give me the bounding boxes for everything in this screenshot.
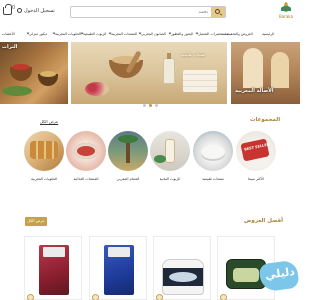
category-hammam[interactable]: الحمام المغربي bbox=[108, 131, 148, 181]
best-offers-title: أفضل العروض bbox=[244, 218, 284, 224]
cookies-icon bbox=[30, 141, 58, 159]
cream-jar-image bbox=[162, 259, 204, 295]
wishlist-icon[interactable] bbox=[27, 294, 34, 300]
nav-item-moroccan-products[interactable]: المنتجات المغربية bbox=[108, 31, 137, 36]
nav-item-sweets[interactable]: الحلويات المغربية bbox=[52, 31, 81, 36]
button-label: عرض الكل bbox=[27, 218, 45, 223]
category-sweets[interactable]: الحلويات المغربية bbox=[24, 131, 64, 181]
carousel-dot[interactable] bbox=[143, 104, 146, 107]
banner-leaf-image bbox=[2, 86, 32, 96]
login-link[interactable]: تسجيل الدخول bbox=[24, 8, 55, 14]
search-bar bbox=[70, 6, 226, 18]
banner-roses-image bbox=[85, 82, 109, 96]
banner-bowl-image bbox=[10, 64, 32, 81]
search-icon bbox=[215, 9, 220, 14]
category-label: المنتجات الغذائية bbox=[73, 177, 99, 181]
category-food[interactable]: المنتجات الغذائية bbox=[66, 131, 106, 181]
main-nav: الرئيسية العروض والتخفيضات مستحضرات التج… bbox=[0, 30, 300, 42]
banner-bottle-image bbox=[163, 53, 175, 84]
banner-right-caption: الأصالة المغربية bbox=[235, 88, 274, 94]
logo-text: Baraka bbox=[279, 14, 293, 19]
nav-item-decor[interactable]: ديكور منزلي bbox=[26, 31, 47, 36]
nav-item-home[interactable]: الرئيسية bbox=[262, 32, 274, 36]
product-image bbox=[96, 241, 142, 297]
nav-item-soap[interactable]: الصابون المغربي bbox=[138, 31, 166, 36]
wishlist-icon[interactable] bbox=[220, 294, 227, 300]
powder-pile-icon bbox=[201, 145, 225, 159]
category-natural[interactable]: منتجات طبيعية bbox=[193, 131, 233, 181]
cart-icon[interactable] bbox=[3, 4, 12, 15]
product-image bbox=[160, 241, 206, 297]
nav-item-cosmetics[interactable]: مستحضرات التجميل bbox=[195, 31, 229, 36]
banner-arch-image bbox=[243, 48, 263, 88]
categories-title: المجموعات bbox=[250, 117, 281, 123]
category-label: الأكثر مبيعا bbox=[248, 177, 264, 181]
palm-tree-icon bbox=[118, 135, 138, 163]
banner-slide-left[interactable]: التراث bbox=[0, 42, 68, 104]
carousel-dot-active[interactable] bbox=[149, 104, 152, 107]
banner-slide-center[interactable]: منتجات طبيعية bbox=[71, 42, 227, 104]
banner-arch-image bbox=[271, 52, 289, 88]
nav-item-incense[interactable]: البخور والعطور bbox=[168, 31, 193, 36]
category-image bbox=[150, 131, 190, 171]
banner-towels-image bbox=[183, 70, 217, 92]
cart-count: 0 bbox=[12, 5, 16, 11]
category-image bbox=[193, 131, 233, 171]
banner-center-caption: منتجات طبيعية bbox=[181, 52, 206, 57]
leaf-icon bbox=[154, 155, 166, 163]
product-card[interactable] bbox=[24, 236, 82, 300]
categories-see-all[interactable]: عرض الكل bbox=[40, 119, 58, 124]
carousel-dots bbox=[143, 104, 163, 108]
site-logo[interactable]: Baraka bbox=[276, 2, 296, 24]
blue-powder-bag-image bbox=[104, 245, 134, 295]
watermark-logo: دليلي bbox=[258, 259, 300, 293]
nav-item-herbs[interactable]: الأعشاب bbox=[2, 32, 15, 36]
wishlist-icon[interactable] bbox=[156, 294, 163, 300]
user-icon[interactable] bbox=[17, 8, 22, 13]
product-card[interactable] bbox=[153, 236, 211, 300]
category-best-seller[interactable]: BEST SELLER الأكثر مبيعا bbox=[236, 131, 276, 181]
category-image bbox=[24, 131, 64, 171]
category-oils[interactable]: الزيوت النباتية bbox=[150, 131, 190, 181]
site-header: 0 تسجيل الدخول Baraka bbox=[0, 0, 300, 30]
category-image bbox=[108, 131, 148, 171]
banner-slide-right[interactable]: الأصالة المغربية bbox=[231, 42, 300, 104]
oil-bottle-icon bbox=[165, 139, 175, 163]
product-image bbox=[31, 241, 77, 297]
nav-item-oils[interactable]: الزيوت الطبيعية bbox=[80, 31, 106, 36]
best-offers-see-all-button[interactable]: عرض الكل bbox=[25, 217, 47, 226]
logo-icon bbox=[281, 2, 291, 13]
banner-left-caption: التراث bbox=[2, 44, 18, 50]
product-card[interactable] bbox=[89, 236, 147, 300]
spice-bowl-icon bbox=[74, 143, 98, 159]
hero-banner: التراث منتجات طبيعية الأصالة المغربية bbox=[0, 42, 300, 104]
category-label: منتجات طبيعية bbox=[202, 177, 224, 181]
category-image bbox=[66, 131, 106, 171]
category-label: الزيوت النباتية bbox=[159, 177, 181, 181]
category-label: الحمام المغربي bbox=[116, 177, 140, 181]
search-input[interactable] bbox=[71, 7, 211, 17]
category-label: الحلويات المغربية bbox=[31, 177, 57, 181]
carousel-dot[interactable] bbox=[155, 104, 158, 107]
category-image: BEST SELLER bbox=[236, 131, 276, 171]
wishlist-icon[interactable] bbox=[92, 294, 99, 300]
search-button[interactable] bbox=[211, 7, 225, 17]
red-powder-bag-image bbox=[39, 245, 69, 295]
banner-bowl-image bbox=[38, 71, 58, 86]
